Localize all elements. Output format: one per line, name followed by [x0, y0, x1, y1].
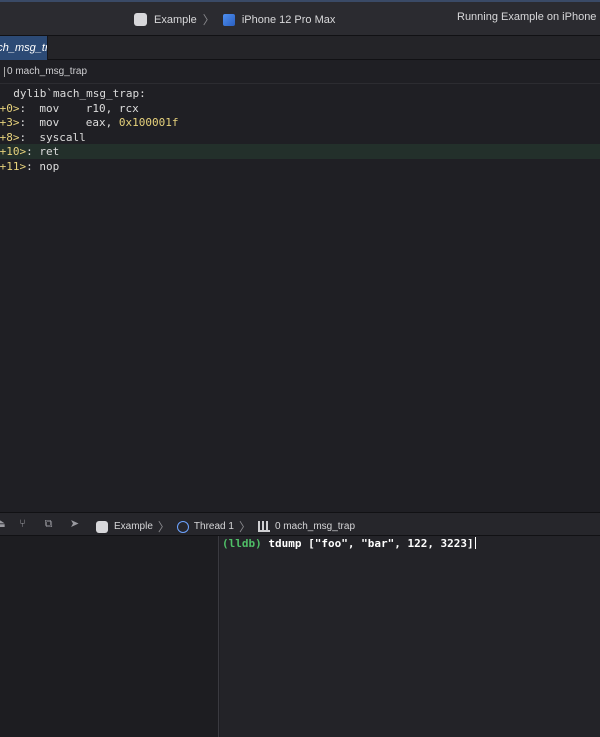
breadcrumb-frame[interactable]: 0 mach_msg_trap [275, 521, 355, 532]
jump-bar: 0 mach_msg_trap [0, 60, 600, 84]
toolbar-accent-line [0, 0, 600, 2]
debug-bar: ⏏ ⑂ ⧉ ➤ Example 〉 Thread 1 〉 0 mach_msg_… [0, 512, 600, 536]
code-line: <+0>: mov r10, rcx [0, 101, 600, 116]
chevron-right-icon: 〉 [157, 520, 170, 534]
memory-graph-icon[interactable]: ⧉ [43, 519, 54, 530]
debug-view-hierarchy-icon[interactable]: ⑂ [17, 519, 28, 530]
chevron-right-icon: 〉 [202, 13, 215, 27]
code-line: <+11>: nop [0, 159, 600, 174]
code-offset: <+11> [0, 160, 27, 173]
editor-tab-bar: mach_msg_trap [0, 36, 600, 60]
code-offset: <+0> [0, 102, 20, 115]
window-toolbar: Example 〉 iPhone 12 Pro Max Running Exam… [0, 0, 600, 36]
jump-bar-frame[interactable]: 0 mach_msg_trap [7, 60, 87, 84]
code-offset: <+3> [0, 116, 20, 129]
code-text: : nop [26, 160, 60, 173]
step-out-icon[interactable]: ⏏ [0, 519, 6, 530]
console-input-line[interactable]: (lldb) tdump ["foo", "bar", 122, 3223] [222, 536, 476, 551]
code-text: : syscall [19, 131, 86, 144]
stack-frame-icon [257, 521, 270, 532]
code-line-current: <+10>: ret [0, 144, 600, 159]
code-text: : ret [26, 145, 60, 158]
variables-view[interactable] [0, 536, 219, 737]
device-icon [222, 13, 235, 26]
code-line: dylib`mach_msg_trap: [0, 86, 600, 101]
code-text: : mov r10, rcx [19, 102, 139, 115]
simulate-location-icon[interactable]: ➤ [69, 519, 80, 530]
tab-mach-msg-trap[interactable]: mach_msg_trap [0, 36, 48, 60]
debug-breadcrumb: Example 〉 Thread 1 〉 0 mach_msg_trap [96, 518, 355, 535]
code-line: <+8>: syscall [0, 130, 600, 145]
text-cursor [474, 537, 476, 549]
code-text: : mov eax, [19, 116, 119, 129]
tab-label: mach_msg_trap [0, 42, 48, 54]
console-command: tdump ["foo", "bar", 122, 3223] [268, 537, 474, 550]
code-line: <+3>: mov eax, 0x100001f [0, 115, 600, 130]
code-offset: <+10> [0, 145, 27, 158]
debug-console[interactable]: (lldb) tdump ["foo", "bar", 122, 3223] [220, 536, 600, 737]
scheme-selector[interactable]: Example 〉 iPhone 12 Pro Max [134, 11, 335, 28]
breadcrumb-thread[interactable]: Thread 1 [194, 521, 234, 532]
chevron-right-icon: 〉 [238, 520, 251, 534]
code-hex: 0x100001f [118, 116, 179, 129]
disassembly-editor[interactable]: dylib`mach_msg_trap: <+0>: mov r10, rcx … [0, 84, 600, 512]
lldb-prompt: (lldb) [222, 537, 262, 550]
thread-icon [176, 520, 189, 533]
breadcrumb-scheme[interactable]: Example [114, 521, 153, 532]
scheme-name: Example [154, 13, 197, 26]
activity-status: Running Example on iPhone 12 [457, 11, 600, 23]
frame-icon [0, 67, 5, 77]
app-icon [134, 13, 147, 26]
code-offset: <+8> [0, 131, 20, 144]
app-icon [96, 520, 108, 533]
device-name: iPhone 12 Pro Max [241, 13, 336, 26]
code-text: dylib`mach_msg_trap: [13, 87, 146, 100]
